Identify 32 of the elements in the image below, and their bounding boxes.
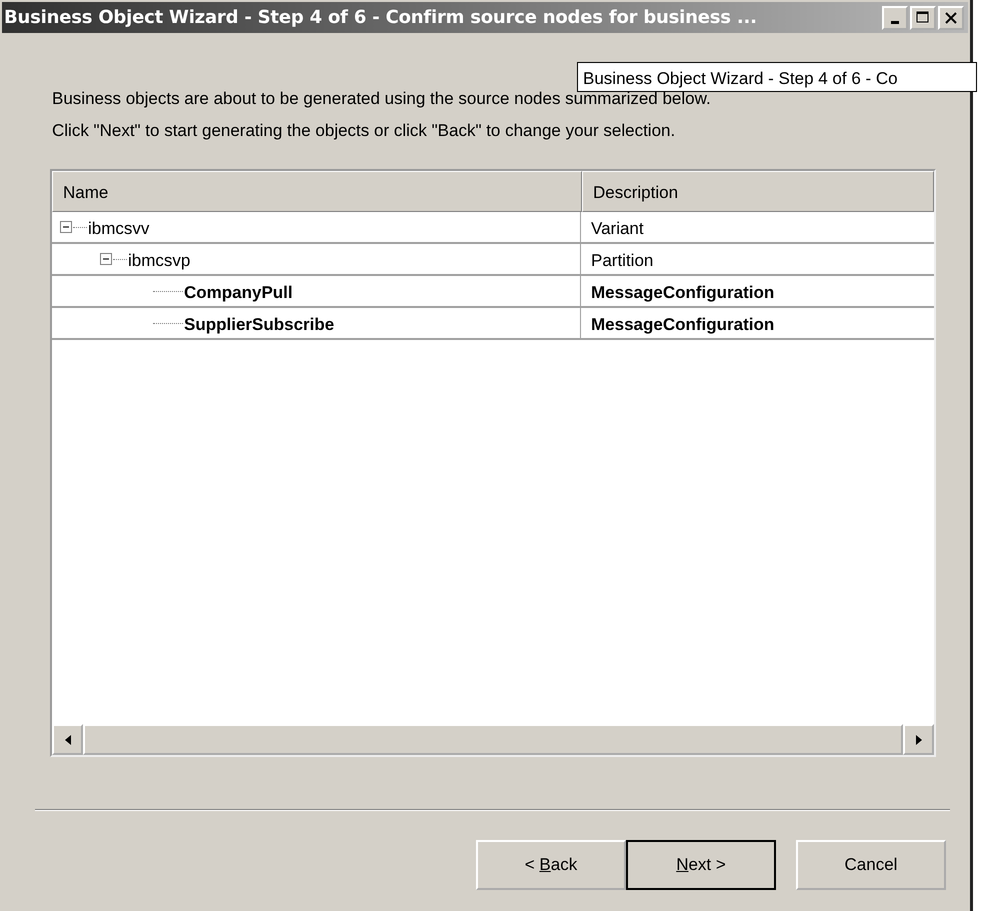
tree-connector: [113, 259, 127, 260]
column-header[interactable]: Description: [582, 171, 934, 212]
close-button[interactable]: [938, 6, 964, 30]
collapse-icon[interactable]: [60, 221, 72, 233]
scroll-right-icon: [916, 734, 922, 744]
table-cell-text: Variant: [590, 218, 645, 240]
tree-connector: [153, 323, 183, 324]
tree-item[interactable]: SupplierSubscribe: [184, 312, 334, 338]
table-cell-text: Partition: [590, 250, 654, 272]
close-icon: [945, 12, 957, 24]
maximize-button[interactable]: [910, 6, 936, 30]
tree-connector: [73, 227, 87, 228]
minimize-button[interactable]: [882, 6, 908, 30]
cancel-button[interactable]: Cancel: [796, 840, 946, 890]
window-title: Business Object Wizard - Step 4 of 6 - Confirm source nodes for business ...: [4, 6, 758, 30]
table-cell-text: MessageConfiguration: [590, 282, 776, 304]
scroll-right-button[interactable]: [903, 724, 934, 755]
next-button[interactable]: Next >: [626, 840, 776, 890]
minimize-icon: [891, 21, 899, 24]
table-cell-text: MessageConfiguration: [590, 314, 776, 336]
tree-item[interactable]: ibmcsvv: [88, 216, 150, 242]
tooltip: Business Object Wizard - Step 4 of 6 - Co: [577, 62, 977, 92]
tree-item[interactable]: ibmcsvp: [128, 248, 190, 274]
scroll-left-button[interactable]: [52, 724, 83, 755]
tree-item[interactable]: CompanyPull: [184, 280, 293, 306]
collapse-icon[interactable]: [100, 253, 112, 265]
instruction-text: Click "Next" to start generating the objects or click "Back" to change your selection.: [52, 120, 676, 142]
column-header[interactable]: Name: [52, 171, 582, 212]
back-button[interactable]: < Back: [476, 840, 626, 890]
maximize-icon: [916, 11, 930, 24]
tree-connector: [153, 291, 183, 292]
scroll-left-icon: [64, 734, 70, 744]
